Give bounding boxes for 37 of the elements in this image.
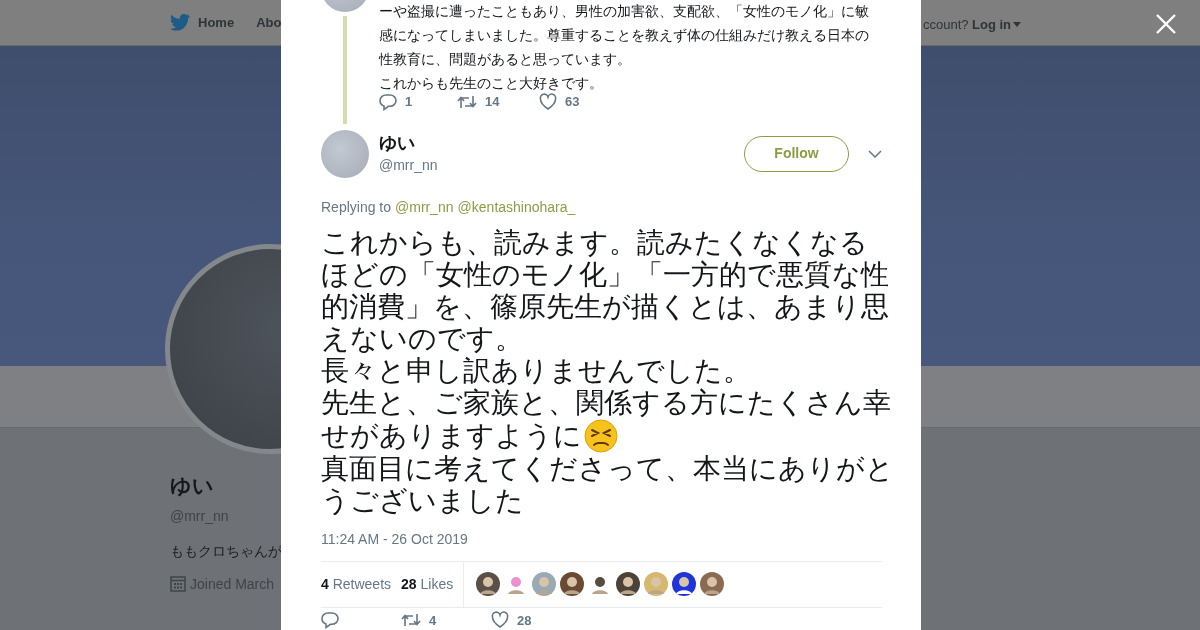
- action-count: 4: [429, 611, 437, 630]
- tweet-text: これからも先生のこと大好きです。: [379, 74, 604, 93]
- mention-link[interactable]: @kentashinohara_: [457, 196, 576, 218]
- caret-icon: [1013, 22, 1021, 28]
- tweet-text: 先生と、ご家族と、関係する方にたくさん幸: [321, 386, 892, 419]
- tweet-text: 長々と申し訳ありませんでした。: [321, 354, 752, 387]
- persevering-face-icon: [584, 418, 618, 453]
- like-icon[interactable]: [539, 92, 557, 111]
- replying-label: Replying to: [321, 197, 392, 217]
- stat-link[interactable]: 4 Retweets: [321, 573, 392, 595]
- home-link[interactable]: Home: [198, 12, 235, 33]
- tweet-text: これからも、読みます。読みたくなくなるほどの「女性のモノ化」「一方的で悪質な性的消費」を、篠原先生が描くとは、あまり思えないのです。: [321, 226, 890, 355]
- author-name: ゆい: [379, 131, 416, 154]
- profile-name: ゆい: [170, 473, 214, 499]
- timestamp: 11:24 AM - 26 Oct 2019: [321, 529, 469, 549]
- login-link[interactable]: Log in: [972, 15, 1021, 35]
- author-handle: @mrr_nn: [379, 155, 438, 175]
- mention-link[interactable]: @mrr_nn: [395, 196, 454, 218]
- action-count: 63: [565, 93, 580, 111]
- bird-icon: [170, 14, 190, 31]
- about-link[interactable]: Abo: [256, 12, 282, 33]
- chevron-down-icon[interactable]: [868, 149, 882, 158]
- close-icon[interactable]: [1155, 13, 1177, 35]
- follow-button[interactable]: Follow: [744, 135, 849, 172]
- stat-link[interactable]: 28 Likes: [401, 573, 454, 595]
- tweet-text: せがありますように: [321, 419, 582, 452]
- reply-icon[interactable]: [321, 611, 339, 630]
- like-icon[interactable]: [491, 611, 509, 630]
- account-prompt: ccount?: [923, 16, 969, 34]
- calendar-icon: [170, 576, 186, 592]
- tweet-text: 真面目に考えてくださって、本当にありがとうございました: [321, 452, 895, 517]
- action-count: 28: [517, 611, 532, 630]
- avatar: [321, 129, 369, 178]
- action-count: 14: [485, 93, 500, 111]
- action-count: 1: [405, 93, 413, 111]
- reply-icon[interactable]: [379, 92, 397, 111]
- tweet-text: ーや盗撮に遭ったこともあり、男性の加害欲、支配欲、「女性のモノ化」に敏感になってしまいました。尊重することを教えず体の仕組みだけ教える日本の性教育に、問題があると思っています。: [379, 2, 870, 69]
